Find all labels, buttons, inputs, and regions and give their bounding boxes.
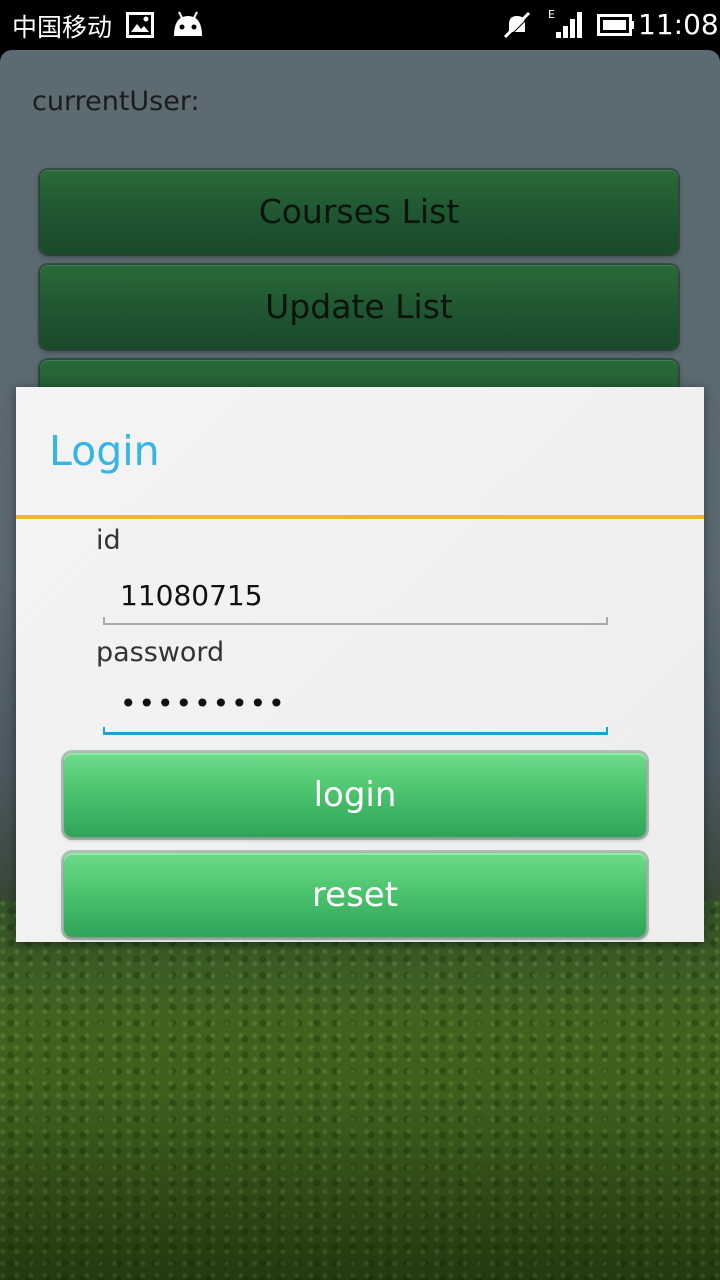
grass-shade bbox=[0, 1080, 720, 1280]
android-icon bbox=[174, 11, 202, 36]
update-list-button[interactable]: Update List bbox=[40, 265, 678, 349]
password-field[interactable]: ••••••••• bbox=[120, 687, 287, 720]
status-bar: 中国移动 E 11:08 bbox=[0, 0, 720, 50]
login-dialog: Login id 11080715 password ••••••••• log… bbox=[16, 387, 704, 942]
title-divider bbox=[16, 515, 704, 519]
dialog-title: Login bbox=[49, 427, 160, 475]
carrier-name: 中国移动 bbox=[12, 13, 113, 42]
signal-icon: E bbox=[548, 8, 582, 38]
login-button[interactable]: login bbox=[64, 753, 646, 837]
battery-icon bbox=[597, 14, 634, 36]
password-field-underline bbox=[103, 725, 608, 735]
id-field[interactable]: 11080715 bbox=[120, 579, 263, 612]
id-label: id bbox=[96, 525, 121, 556]
reset-button[interactable]: reset bbox=[64, 853, 646, 937]
current-user-label: currentUser: bbox=[32, 86, 200, 117]
network-type-label: E bbox=[548, 8, 555, 21]
courses-list-button[interactable]: Courses List bbox=[40, 170, 678, 254]
clock: 11:08 bbox=[638, 8, 719, 41]
image-icon bbox=[126, 12, 154, 38]
id-field-underline bbox=[103, 615, 608, 625]
mute-icon bbox=[503, 11, 532, 40]
password-label: password bbox=[96, 637, 225, 668]
